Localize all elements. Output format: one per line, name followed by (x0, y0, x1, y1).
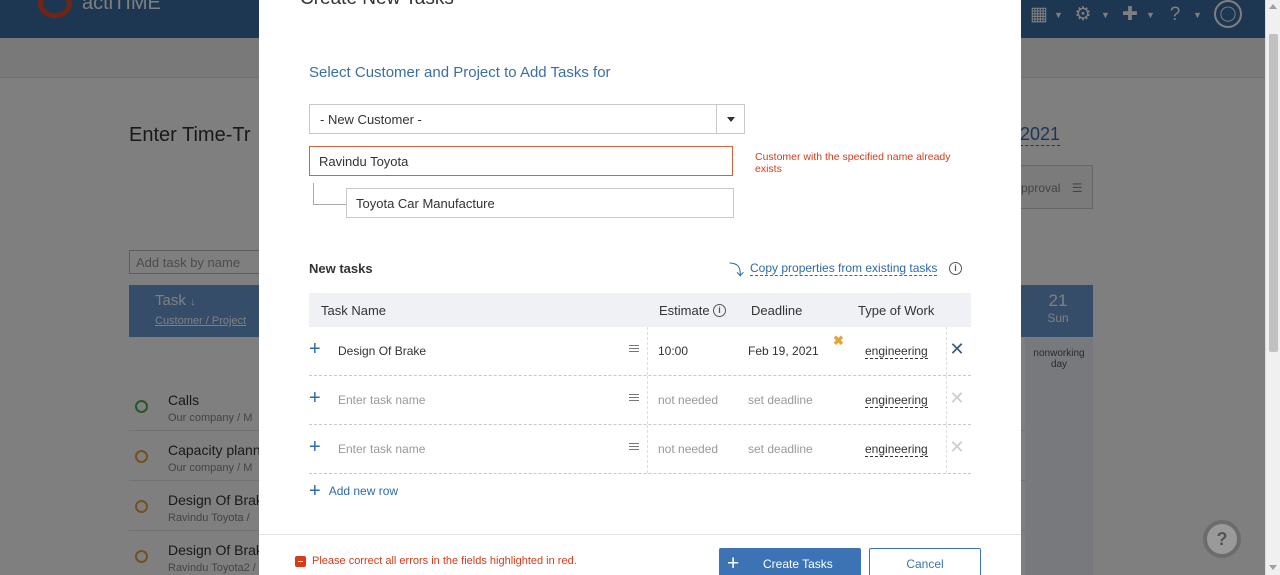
type-of-work-select[interactable]: engineering (865, 393, 928, 408)
task-row: + Enter task name not needed set deadlin… (309, 376, 971, 425)
deadline-field[interactable]: Feb 19, 2021 (748, 344, 819, 358)
column-divider (647, 376, 648, 424)
close-icon[interactable]: ✕ (949, 389, 965, 407)
customer-select-value: - New Customer - (320, 112, 422, 127)
type-of-work-select[interactable]: engineering (865, 442, 928, 457)
footer-error-message: Please correct all errors in the fields … (312, 555, 577, 567)
cancel-button[interactable]: Cancel (869, 548, 981, 575)
add-new-row-label: Add new row (328, 484, 399, 498)
tree-connector (313, 183, 346, 205)
section-title: Select Customer and Project to Add Tasks… (309, 64, 611, 81)
dialog-footer: Please correct all errors in the fields … (259, 534, 1021, 575)
close-icon[interactable]: ✕ (949, 340, 965, 358)
customer-select[interactable]: - New Customer - (309, 104, 745, 134)
plus-icon[interactable]: + (309, 388, 321, 408)
create-tasks-button[interactable]: + Create Tasks (719, 548, 861, 575)
new-tasks-heading: New tasks (309, 261, 373, 276)
help-button[interactable]: ? (1203, 520, 1241, 558)
plus-icon: + (309, 480, 321, 502)
clear-deadline-icon[interactable]: ✖ (833, 333, 844, 349)
estimate-field[interactable]: 10:00 (658, 344, 688, 358)
task-row: + Design Of Brake 10:00 Feb 19, 2021 ✖ e… (309, 327, 971, 376)
customer-name-input[interactable] (309, 146, 733, 176)
copy-properties-link[interactable]: Copy properties from existing tasks (750, 261, 938, 276)
column-task-name: Task Name (321, 303, 387, 318)
chevron-down-icon[interactable] (716, 105, 744, 133)
task-row: + Enter task name not needed set deadlin… (309, 425, 971, 474)
deadline-field[interactable]: set deadline (748, 393, 813, 407)
description-icon[interactable] (629, 443, 639, 453)
project-name-input[interactable] (346, 188, 734, 218)
column-divider (946, 425, 947, 473)
task-name-field[interactable]: Enter task name (338, 393, 425, 407)
create-tasks-label: Create Tasks (763, 557, 833, 571)
customer-error-message: Customer with the specified name already… (755, 151, 951, 175)
tasks-table-header: Task Name Estimate i Deadline Type of Wo… (309, 293, 971, 327)
column-divider (946, 327, 947, 375)
plus-icon: + (727, 552, 740, 575)
description-icon[interactable] (629, 394, 639, 404)
column-estimate: Estimate (659, 303, 710, 318)
estimate-field[interactable]: not needed (658, 393, 718, 407)
estimate-field[interactable]: not needed (658, 442, 718, 456)
column-divider (946, 376, 947, 424)
page-scrollbar[interactable] (1265, 0, 1280, 575)
info-icon[interactable]: i (949, 262, 962, 275)
arrow-icon: ⤵ (729, 262, 745, 279)
info-icon[interactable]: i (713, 304, 726, 317)
create-tasks-dialog: Create New Tasks Select Customer and Pro… (259, 0, 1021, 575)
plus-icon[interactable]: + (309, 437, 321, 457)
dialog-title: Create New Tasks (300, 0, 454, 10)
deadline-field[interactable]: set deadline (748, 442, 813, 456)
add-new-row-button[interactable]: + Add new row (309, 480, 399, 502)
scroll-up-icon[interactable] (1269, 4, 1277, 9)
type-of-work-select[interactable]: engineering (865, 344, 928, 359)
scroll-thumb[interactable] (1269, 34, 1278, 352)
column-deadline: Deadline (751, 303, 803, 318)
plus-icon[interactable]: + (309, 339, 321, 359)
column-type-of-work: Type of Work (858, 303, 935, 318)
error-icon (295, 556, 306, 567)
column-divider (647, 425, 648, 473)
task-name-field[interactable]: Design Of Brake (338, 344, 426, 358)
scroll-down-icon[interactable] (1269, 565, 1277, 570)
description-icon[interactable] (629, 345, 639, 355)
column-divider (647, 327, 648, 375)
task-name-field[interactable]: Enter task name (338, 442, 425, 456)
close-icon[interactable]: ✕ (949, 438, 965, 456)
